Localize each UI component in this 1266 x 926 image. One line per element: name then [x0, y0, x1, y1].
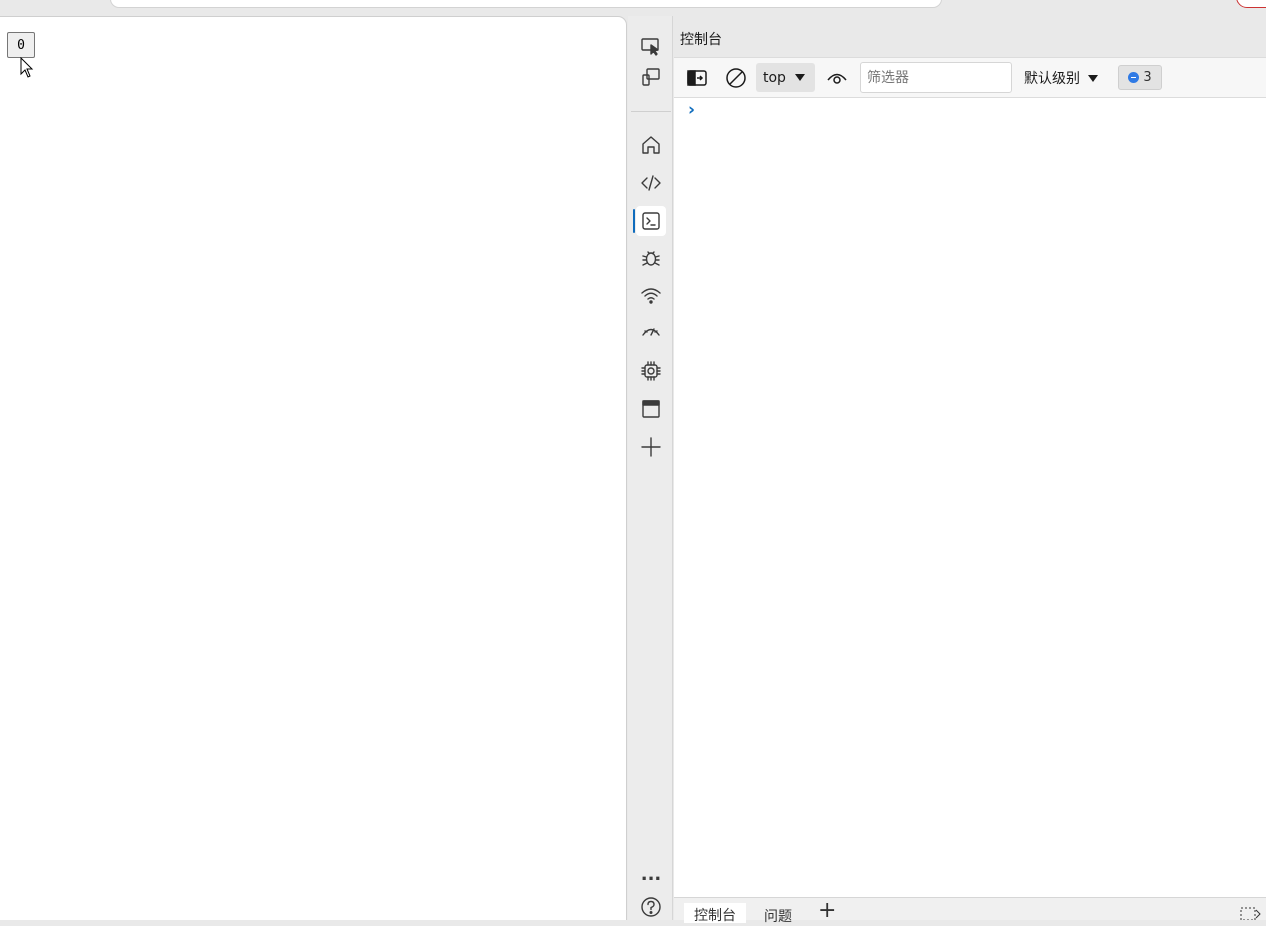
gauge-icon [642, 328, 660, 336]
devtools-activity-bar: ... [628, 16, 673, 920]
home-icon [642, 136, 660, 154]
chip-icon [641, 361, 661, 381]
show-sidebar-button[interactable] [684, 64, 710, 92]
mouse-cursor-icon [20, 57, 34, 78]
address-bar[interactable] [110, 0, 942, 8]
welcome-tool-button[interactable] [636, 130, 666, 160]
devtools-panel-header: 控制台 [674, 16, 1266, 58]
devtools-drawer: 控制台 问题 + [674, 897, 1266, 925]
clear-circle-icon [726, 68, 746, 88]
profile-button[interactable] [1236, 0, 1266, 8]
log-level-label: 默认级别 [1024, 71, 1080, 87]
filter-input[interactable] [860, 62, 1012, 93]
sidebar-toggle-icon [687, 70, 707, 86]
chevron-down-icon [794, 74, 805, 81]
chevron-down-icon [1088, 74, 1098, 82]
page-counter-button[interactable]: 0 [7, 32, 35, 58]
live-expression-button[interactable] [824, 64, 850, 92]
bug-icon [642, 251, 660, 266]
console-icon [642, 212, 660, 230]
sources-tool-button[interactable] [636, 243, 666, 273]
code-brackets-icon [641, 175, 661, 191]
performance-tool-button[interactable] [636, 318, 666, 348]
more-tools-button[interactable] [636, 432, 666, 462]
help-button[interactable] [636, 892, 666, 922]
device-emulation-button[interactable] [636, 62, 666, 92]
drawer-tab-console[interactable]: 控制台 [684, 903, 746, 924]
context-label: top [763, 69, 786, 86]
more-options-button[interactable]: ... [636, 859, 666, 889]
console-toolbar: top 默认级别 3 [674, 58, 1266, 98]
application-tool-button[interactable] [636, 394, 666, 424]
drawer-add-tab-button[interactable]: + [818, 900, 836, 922]
activity-separator [631, 111, 671, 112]
device-emulation-icon [642, 68, 660, 86]
drawer-tab-issues[interactable]: 问题 [764, 906, 792, 926]
plus-icon [641, 437, 661, 457]
wifi-icon [641, 288, 661, 304]
messages-count-button[interactable]: 3 [1118, 65, 1162, 90]
console-prompt[interactable]: › [688, 100, 695, 120]
active-tool-indicator [633, 209, 635, 233]
eye-icon [827, 73, 847, 84]
log-level-select[interactable]: 默认级别 [1024, 64, 1098, 92]
memory-tool-button[interactable] [636, 356, 666, 386]
inspect-icon [641, 38, 659, 56]
console-tool-button[interactable] [636, 206, 666, 236]
clear-console-button[interactable] [723, 64, 749, 92]
message-bubble-icon [1128, 72, 1140, 83]
javascript-context-select[interactable]: top [756, 63, 815, 92]
elements-tool-button[interactable] [636, 168, 666, 198]
browser-window-icon [642, 400, 660, 418]
page-viewport: 0 [0, 16, 627, 920]
network-tool-button[interactable] [636, 281, 666, 311]
help-icon [641, 897, 661, 917]
panel-title: 控制台 [680, 32, 722, 48]
dock-drawer-icon[interactable] [1240, 906, 1262, 920]
inspect-tool-button[interactable] [636, 31, 666, 61]
console-output[interactable]: › [674, 98, 1266, 897]
browser-top-strip [0, 0, 1266, 16]
message-count: 3 [1143, 70, 1152, 85]
